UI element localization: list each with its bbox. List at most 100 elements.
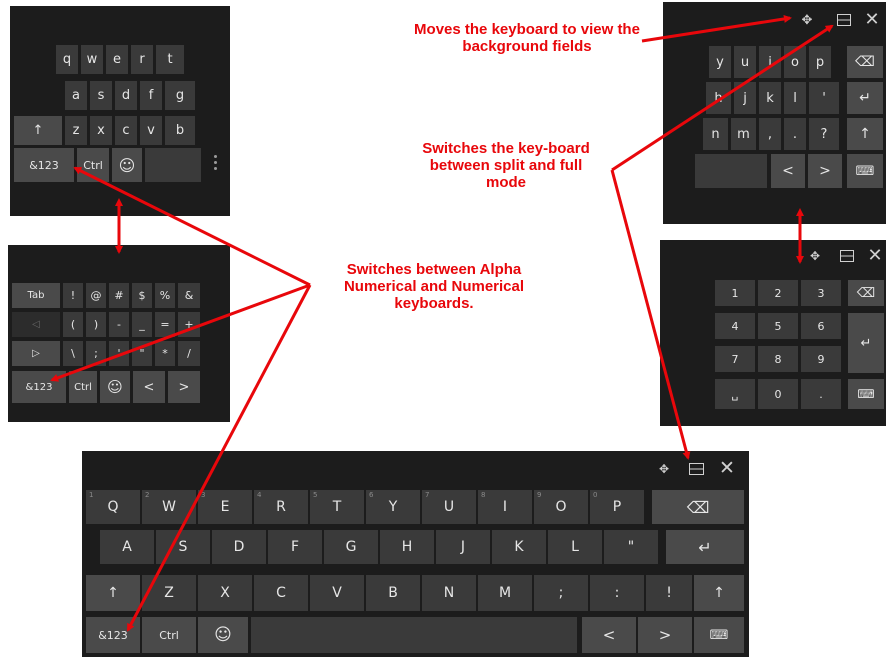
key-dquote[interactable]: " (604, 530, 658, 564)
key-backspace[interactable]: ⌫ (652, 490, 744, 524)
key-w[interactable]: 2W (142, 490, 196, 524)
key-hash[interactable]: # (109, 283, 129, 308)
key-e[interactable]: e (106, 45, 128, 74)
key-left[interactable]: < (582, 617, 636, 653)
key-v[interactable]: v (140, 116, 162, 145)
key-2[interactable]: 2 (758, 280, 798, 306)
key-k[interactable]: k (759, 82, 781, 114)
dock-keyboard-icon[interactable] (833, 10, 855, 30)
keyboard-switch-icon[interactable]: ⌨ (848, 379, 884, 409)
key-s[interactable]: s (90, 81, 112, 110)
key-dollar[interactable]: $ (132, 283, 152, 308)
key-z[interactable]: Z (142, 575, 196, 611)
key-exclaim[interactable]: ! (63, 283, 83, 308)
key-enter[interactable]: ↵ (847, 82, 883, 114)
key-t[interactable]: 5T (310, 490, 364, 524)
key-j[interactable]: j (734, 82, 756, 114)
key-f[interactable]: F (268, 530, 322, 564)
key-p[interactable]: 0P (590, 490, 644, 524)
key-ctrl[interactable]: Ctrl (77, 148, 109, 182)
key-8[interactable]: 8 (758, 346, 798, 372)
key-asterisk[interactable]: * (155, 341, 175, 366)
move-keyboard-icon[interactable]: ✥ (654, 459, 674, 479)
key-exclaim[interactable]: ! (646, 575, 692, 611)
key-shift-left[interactable]: ↑ (86, 575, 140, 611)
key-enter[interactable]: ↵ (848, 313, 884, 373)
key-v[interactable]: V (310, 575, 364, 611)
key-a[interactable]: A (100, 530, 154, 564)
key-shift-right[interactable]: ↑ (694, 575, 744, 611)
key-n[interactable]: N (422, 575, 476, 611)
key-slash[interactable]: / (178, 341, 200, 366)
key-r[interactable]: r (131, 45, 153, 74)
key-shift[interactable]: ↑ (847, 118, 883, 150)
key-amp[interactable]: & (178, 283, 200, 308)
key-b[interactable]: b (165, 116, 195, 145)
key-next-page[interactable]: ▷ (12, 341, 60, 366)
key-o[interactable]: 9O (534, 490, 588, 524)
dock-keyboard-icon[interactable] (836, 246, 858, 266)
key-q[interactable]: 1Q (86, 490, 140, 524)
key-backslash[interactable]: \ (63, 341, 83, 366)
key-u[interactable]: 7U (422, 490, 476, 524)
key-7[interactable]: 7 (715, 346, 755, 372)
key-u[interactable]: u (734, 46, 756, 78)
key-equals[interactable]: = (155, 312, 175, 337)
key-s[interactable]: S (156, 530, 210, 564)
key-3[interactable]: 3 (801, 280, 841, 306)
key-l[interactable]: l (784, 82, 806, 114)
key-9[interactable]: 9 (801, 346, 841, 372)
close-icon[interactable]: ✕ (715, 456, 739, 480)
key-space[interactable] (145, 148, 201, 182)
key-n[interactable]: n (703, 118, 728, 150)
key-symbols[interactable]: &123 (14, 148, 74, 182)
key-i[interactable]: i (759, 46, 781, 78)
key-y[interactable]: y (709, 46, 731, 78)
key-enter[interactable]: ↵ (666, 530, 744, 564)
key-ctrl[interactable]: Ctrl (69, 371, 97, 403)
key-d[interactable]: D (212, 530, 266, 564)
key-left[interactable]: < (771, 154, 805, 188)
key-space[interactable]: ␣ (715, 379, 755, 409)
key-a[interactable]: a (65, 81, 87, 110)
key-emoji[interactable]: ☺ (100, 371, 130, 403)
key-rparen[interactable]: ) (86, 312, 106, 337)
key-question[interactable]: ? (809, 118, 839, 150)
key-6[interactable]: 6 (801, 313, 841, 339)
key-left[interactable]: < (133, 371, 165, 403)
key-c[interactable]: C (254, 575, 308, 611)
key-t[interactable]: t (156, 45, 184, 74)
dock-keyboard-icon[interactable] (685, 459, 707, 479)
key-symbols[interactable]: &123 (12, 371, 66, 403)
key-dquote[interactable]: " (132, 341, 152, 366)
key-right[interactable]: > (808, 154, 842, 188)
key-space[interactable] (695, 154, 767, 188)
key-1[interactable]: 1 (715, 280, 755, 306)
key-i[interactable]: 8I (478, 490, 532, 524)
key-q[interactable]: q (56, 45, 78, 74)
key-emoji[interactable]: ☺ (198, 617, 248, 653)
key-c[interactable]: c (115, 116, 137, 145)
key-x[interactable]: x (90, 116, 112, 145)
key-plus[interactable]: + (178, 312, 200, 337)
key-quote[interactable]: ' (109, 341, 129, 366)
key-space[interactable] (251, 617, 577, 653)
key-comma[interactable]: , (759, 118, 781, 150)
key-percent[interactable]: % (155, 283, 175, 308)
key-emoji[interactable]: ☺ (112, 148, 142, 182)
key-symbols[interactable]: &123 (86, 617, 140, 653)
key-semicolon[interactable]: ; (534, 575, 588, 611)
key-4[interactable]: 4 (715, 313, 755, 339)
key-minus[interactable]: - (109, 312, 129, 337)
key-m[interactable]: M (478, 575, 532, 611)
key-apostrophe[interactable]: ' (809, 82, 839, 114)
key-g[interactable]: G (324, 530, 378, 564)
key-prev-page[interactable]: ◁ (12, 312, 60, 337)
key-lparen[interactable]: ( (63, 312, 83, 337)
key-p[interactable]: p (809, 46, 831, 78)
key-j[interactable]: J (436, 530, 490, 564)
key-h[interactable]: H (380, 530, 434, 564)
key-o[interactable]: o (784, 46, 806, 78)
key-5[interactable]: 5 (758, 313, 798, 339)
key-h[interactable]: h (706, 82, 731, 114)
